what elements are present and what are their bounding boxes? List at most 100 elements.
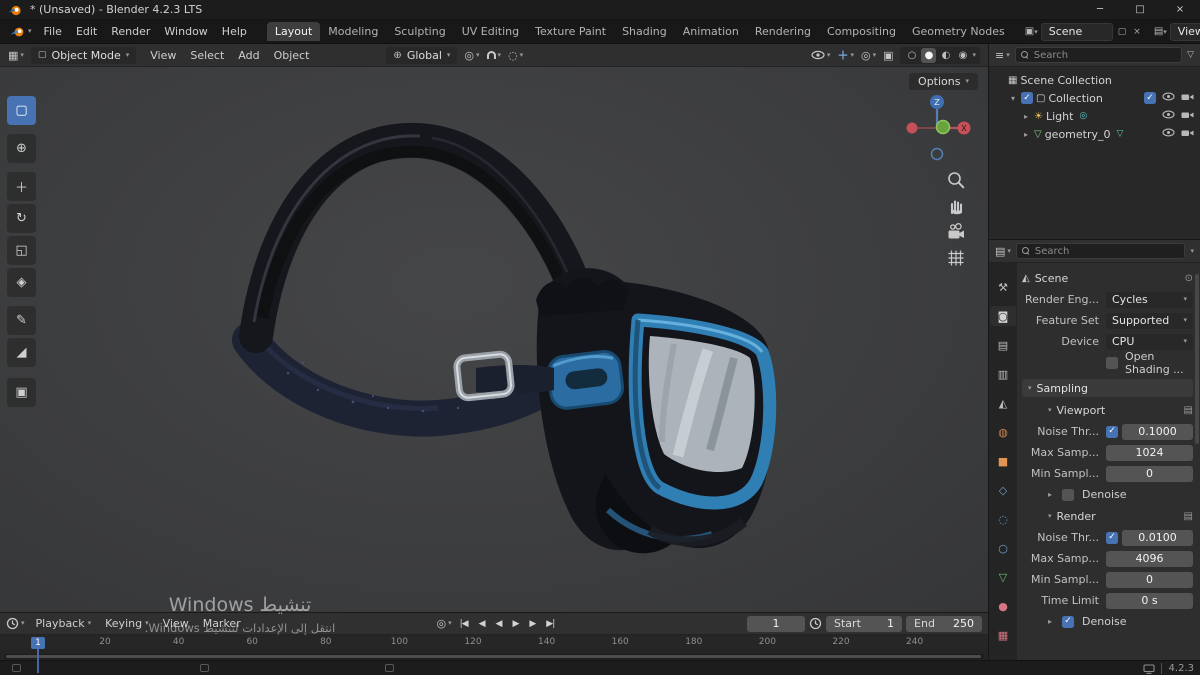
- render-min-samples-field[interactable]: 0: [1106, 571, 1193, 588]
- outliner-row-collection[interactable]: ▾ ▢Collection: [989, 89, 1200, 107]
- hide-in-viewport-eye-icon[interactable]: [1162, 109, 1175, 123]
- play-reverse-button[interactable]: ◀: [492, 618, 506, 630]
- current-frame-field[interactable]: 1: [747, 615, 806, 632]
- timeline-menu-keying[interactable]: Keying: [98, 614, 155, 633]
- outliner-search-input[interactable]: Search: [1014, 47, 1183, 63]
- hide-in-viewport-eye-icon[interactable]: [1162, 127, 1175, 141]
- workspace-tab-uv-editing[interactable]: UV Editing: [454, 22, 527, 41]
- material-preview-button[interactable]: ◐: [938, 48, 953, 63]
- material-tab-icon[interactable]: ●: [990, 596, 1016, 616]
- expander-icon[interactable]: ▸: [1021, 130, 1031, 139]
- zoom-icon[interactable]: [946, 170, 966, 190]
- preset-menu-icon[interactable]: ▤: [1184, 511, 1193, 522]
- pivot-point-dropdown[interactable]: ◎: [464, 49, 479, 62]
- timeline-track[interactable]: [0, 649, 988, 660]
- timeline-editor-type-icon[interactable]: [6, 617, 25, 630]
- gizmos-dropdown[interactable]: ＋: [837, 47, 854, 63]
- timeline-menu-marker[interactable]: Marker: [196, 614, 248, 633]
- render-noise-field[interactable]: 0.0100: [1122, 529, 1193, 546]
- device-select[interactable]: CPU: [1106, 333, 1193, 350]
- denoise-expander-icon[interactable]: [1048, 490, 1057, 499]
- modifiers-tab-icon[interactable]: ◇: [990, 480, 1016, 500]
- workspace-tab-layout[interactable]: Layout: [266, 22, 321, 41]
- viewlayer-browse-icon[interactable]: ▤: [1154, 26, 1167, 37]
- properties-scrollbar[interactable]: [1195, 274, 1199, 444]
- viewport-menu-select[interactable]: Select: [183, 46, 231, 65]
- scene-browse-icon[interactable]: ▣: [1025, 26, 1038, 37]
- jump-end-button[interactable]: ▶|: [542, 618, 558, 630]
- transform-tool[interactable]: ◈: [7, 268, 36, 297]
- annotate-tool[interactable]: ✎: [7, 306, 36, 335]
- timeline-menu-view[interactable]: View: [156, 614, 196, 633]
- gizmo-x-neg-axis[interactable]: [906, 122, 918, 134]
- preset-menu-icon[interactable]: ▤: [1184, 405, 1193, 416]
- collection-include-checkbox[interactable]: [1021, 92, 1033, 104]
- menu-render[interactable]: Render: [104, 22, 157, 41]
- timeline-scrollbar[interactable]: [4, 654, 984, 659]
- workspace-tab-texture-paint[interactable]: Texture Paint: [527, 22, 614, 41]
- menu-file[interactable]: File: [37, 22, 69, 41]
- jump-start-button[interactable]: |◀: [456, 618, 472, 630]
- frame-end-field[interactable]: End 250: [906, 615, 983, 632]
- viewport-min-samples-field[interactable]: 0: [1106, 465, 1193, 482]
- breadcrumb-label[interactable]: Scene: [1035, 272, 1069, 285]
- pin-icon[interactable]: ⊙: [1185, 273, 1193, 284]
- denoise-expander-icon[interactable]: [1048, 617, 1057, 626]
- viewport-denoise-checkbox[interactable]: [1062, 488, 1074, 501]
- render-noise-checkbox[interactable]: [1106, 531, 1118, 544]
- select-box-tool[interactable]: ▢: [7, 96, 36, 125]
- play-button[interactable]: ▶: [508, 618, 522, 630]
- transform-orientation-select[interactable]: ⊕ Global: [386, 46, 458, 64]
- minimize-button[interactable]: ─: [1080, 0, 1120, 19]
- add-cube-tool[interactable]: ▣: [7, 378, 36, 407]
- physics-tab-icon[interactable]: ◌: [990, 509, 1016, 529]
- snap-magnet-icon[interactable]: [486, 51, 502, 59]
- render-tab-icon[interactable]: ◙: [990, 306, 1016, 326]
- workspace-tab-compositing[interactable]: Compositing: [819, 22, 904, 41]
- gizmo-z-neg-axis[interactable]: [930, 147, 944, 161]
- outliner-editor-type-icon[interactable]: ≡: [995, 49, 1010, 62]
- render-engine-select[interactable]: Cycles: [1106, 291, 1193, 308]
- navigation-gizmo[interactable]: Z X: [902, 92, 972, 165]
- measure-tool[interactable]: ◢: [7, 338, 36, 367]
- selectable-checkbox[interactable]: [1144, 92, 1156, 104]
- disable-in-renders-camera-icon[interactable]: [1181, 128, 1194, 141]
- render-max-samples-field[interactable]: 4096: [1106, 550, 1193, 567]
- preview-range-clock-icon[interactable]: [809, 617, 822, 630]
- maximize-button[interactable]: □: [1120, 0, 1160, 19]
- rendered-shading-button[interactable]: ◉: [955, 48, 970, 63]
- sampling-viewport-header[interactable]: Viewport ▤: [1022, 401, 1193, 419]
- hide-in-viewport-eye-icon[interactable]: [1162, 91, 1175, 105]
- scale-tool[interactable]: ◱: [7, 236, 36, 265]
- toggle-grid-icon[interactable]: [946, 248, 966, 268]
- viewlayer-name-field[interactable]: ViewLayer: [1169, 22, 1200, 41]
- menu-help[interactable]: Help: [215, 22, 254, 41]
- frame-start-field[interactable]: Start 1: [826, 615, 903, 632]
- auto-keying-toggle[interactable]: ◎: [437, 617, 452, 630]
- expander-icon[interactable]: ▸: [1021, 112, 1031, 121]
- gizmo-y-axis[interactable]: [935, 119, 951, 135]
- outliner-row-light[interactable]: ▸ ☀ Light ◎: [989, 107, 1200, 125]
- workspace-tab-animation[interactable]: Animation: [675, 22, 747, 41]
- output-tab-icon[interactable]: ▤: [990, 335, 1016, 355]
- overlays-dropdown[interactable]: ◎: [861, 49, 876, 62]
- camera-view-icon[interactable]: [946, 222, 966, 242]
- scene-name-field[interactable]: Scene: [1040, 22, 1113, 41]
- menu-window[interactable]: Window: [157, 22, 214, 41]
- cursor-tool[interactable]: ⊕: [7, 134, 36, 163]
- filter-icon[interactable]: ▽: [1187, 50, 1194, 60]
- workspace-tab-geometry-nodes[interactable]: Geometry Nodes: [904, 22, 1013, 41]
- next-keyframe-button[interactable]: ▶: [525, 618, 539, 630]
- rotate-tool[interactable]: ↻: [7, 204, 36, 233]
- move-tool[interactable]: ＋: [7, 172, 36, 201]
- xray-toggle[interactable]: ▣: [883, 49, 893, 62]
- new-scene-button[interactable]: ▢: [1116, 26, 1129, 38]
- workspace-tab-shading[interactable]: Shading: [614, 22, 675, 41]
- menu-edit[interactable]: Edit: [69, 22, 104, 41]
- world-tab-icon[interactable]: ◍: [990, 422, 1016, 442]
- close-button[interactable]: ×: [1160, 0, 1200, 19]
- viewport-noise-checkbox[interactable]: [1106, 425, 1118, 438]
- object-tab-icon[interactable]: ■: [990, 451, 1016, 471]
- view-layer-tab-icon[interactable]: ▥: [990, 364, 1016, 384]
- blender-app-menu-icon[interactable]: [6, 26, 36, 38]
